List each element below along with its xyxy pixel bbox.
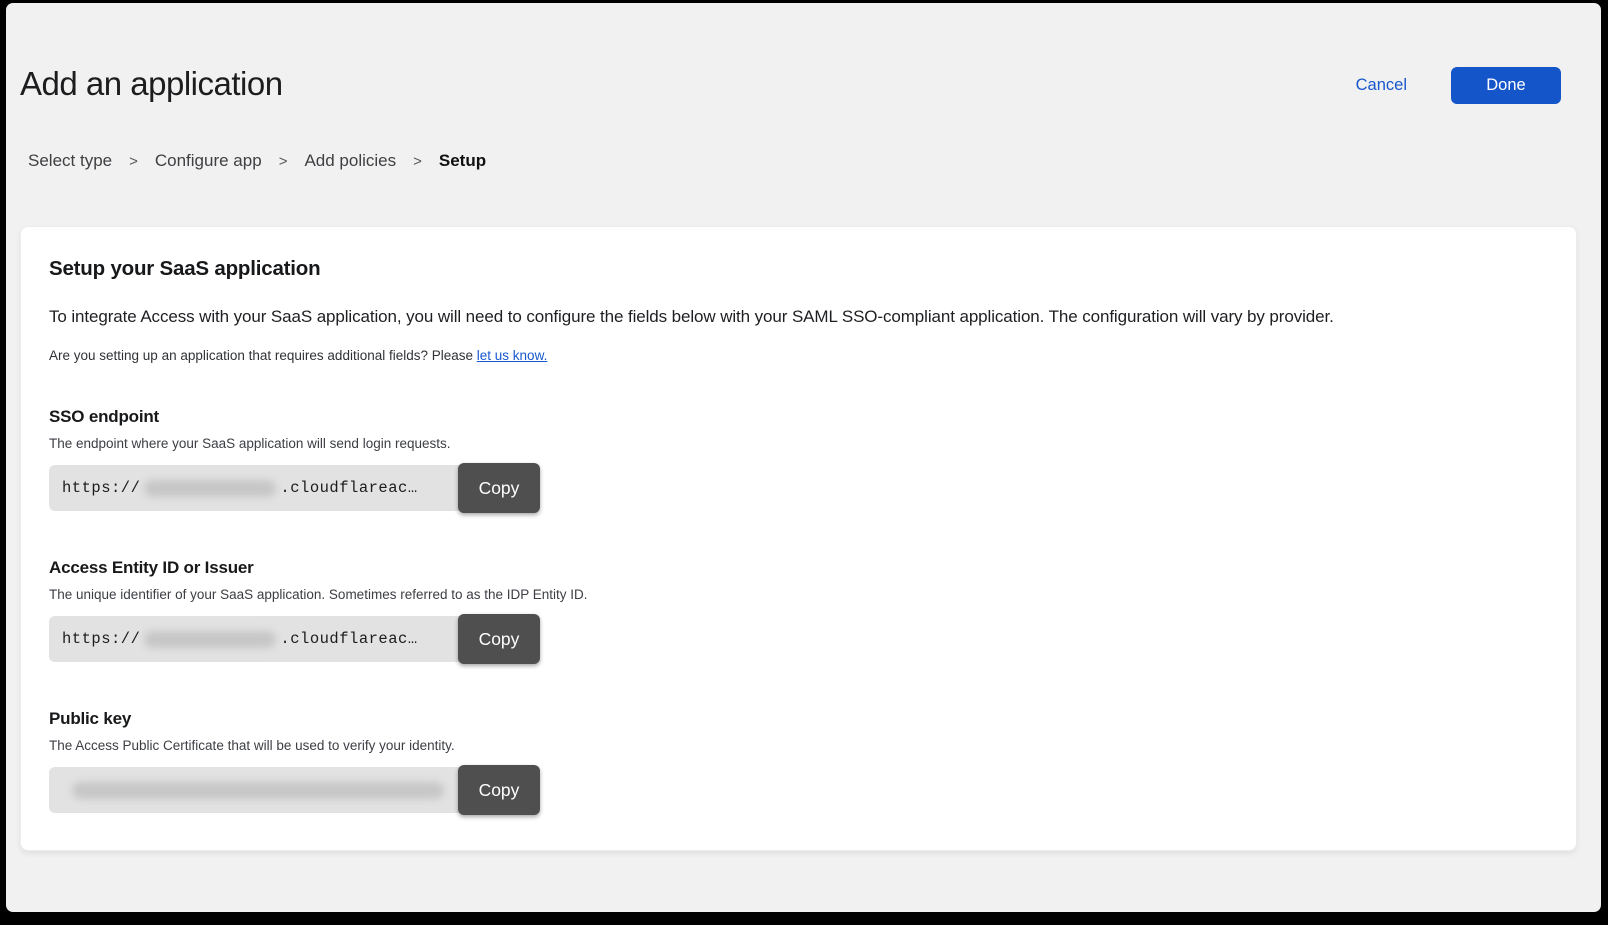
breadcrumb-setup: Setup: [439, 151, 486, 171]
field-group-access-entity-id: Access Entity ID or Issuer The unique id…: [49, 558, 1548, 665]
access-entity-id-value[interactable]: https:// .cloudflareac…: [49, 616, 459, 662]
copy-sso-endpoint-button[interactable]: Copy: [458, 463, 540, 513]
sso-endpoint-value[interactable]: https:// .cloudflareac…: [49, 465, 459, 511]
sso-endpoint-description: The endpoint where your SaaS application…: [49, 436, 1548, 451]
access-entity-id-row: https:// .cloudflareac… Copy: [49, 613, 1548, 665]
public-key-row: Copy: [49, 764, 1548, 816]
public-key-description: The Access Public Certificate that will …: [49, 738, 1548, 753]
breadcrumb: Select type > Configure app > Add polici…: [6, 151, 1601, 171]
value-suffix: .cloudflareac…: [280, 479, 417, 497]
copy-access-entity-id-button[interactable]: Copy: [458, 614, 540, 664]
field-group-public-key: Public key The Access Public Certificate…: [49, 709, 1548, 816]
cancel-button[interactable]: Cancel: [1356, 76, 1407, 95]
value-prefix: https://: [62, 630, 140, 648]
value-suffix: .cloudflareac…: [280, 630, 417, 648]
page-title: Add an application: [20, 65, 283, 103]
page: Add an application Cancel Done Select ty…: [6, 3, 1601, 912]
public-key-label: Public key: [49, 709, 1548, 729]
breadcrumb-separator: >: [413, 153, 422, 170]
let-us-know-link[interactable]: let us know.: [477, 348, 548, 363]
page-header: Add an application Cancel Done: [6, 3, 1601, 104]
sso-endpoint-label: SSO endpoint: [49, 407, 1548, 427]
redacted-text: [144, 631, 276, 648]
setup-card: Setup your SaaS application To integrate…: [20, 226, 1577, 851]
access-entity-id-label: Access Entity ID or Issuer: [49, 558, 1548, 578]
public-key-value[interactable]: [49, 767, 459, 813]
copy-public-key-button[interactable]: Copy: [458, 765, 540, 815]
note-text: Are you setting up an application that r…: [49, 348, 477, 363]
done-button[interactable]: Done: [1451, 67, 1561, 104]
breadcrumb-add-policies[interactable]: Add policies: [304, 151, 396, 171]
card-note: Are you setting up an application that r…: [49, 348, 1548, 363]
breadcrumb-select-type[interactable]: Select type: [28, 151, 112, 171]
redacted-text: [72, 782, 444, 799]
card-intro: To integrate Access with your SaaS appli…: [49, 307, 1548, 327]
sso-endpoint-row: https:// .cloudflareac… Copy: [49, 462, 1548, 514]
breadcrumb-separator: >: [279, 153, 288, 170]
access-entity-id-description: The unique identifier of your SaaS appli…: [49, 587, 1548, 602]
breadcrumb-configure-app[interactable]: Configure app: [155, 151, 262, 171]
breadcrumb-separator: >: [129, 153, 138, 170]
redacted-text: [144, 480, 276, 497]
value-prefix: https://: [62, 479, 140, 497]
field-group-sso-endpoint: SSO endpoint The endpoint where your Saa…: [49, 407, 1548, 514]
card-title: Setup your SaaS application: [49, 257, 1548, 281]
header-actions: Cancel Done: [1356, 67, 1561, 104]
